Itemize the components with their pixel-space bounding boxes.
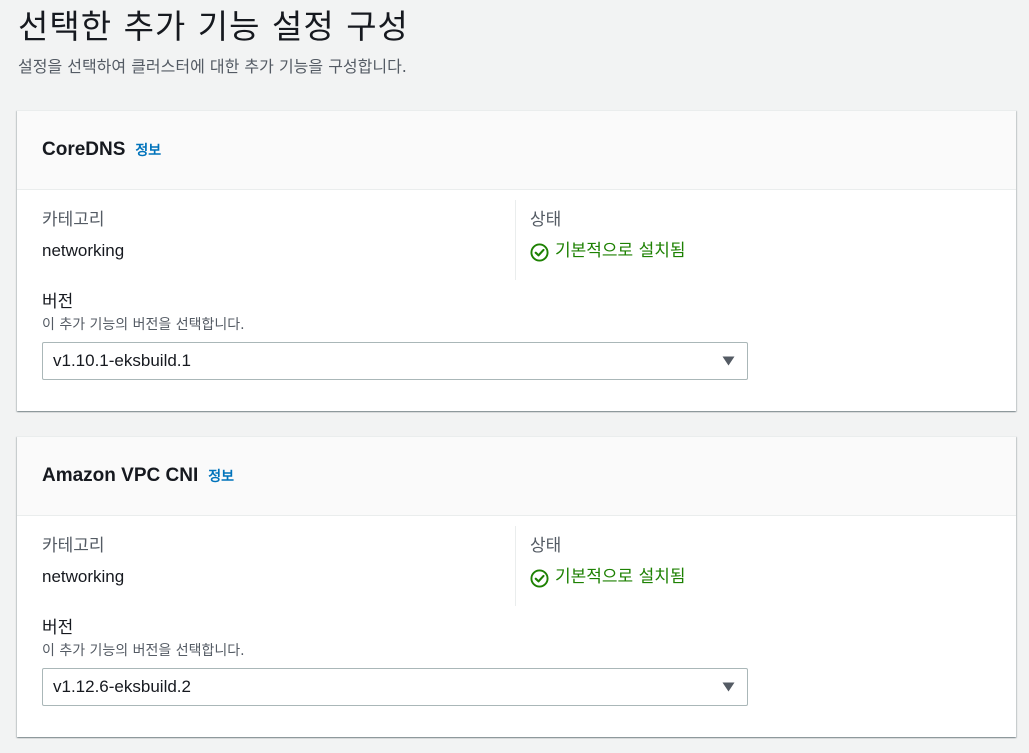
addon-card-header: Amazon VPC CNI 정보 <box>17 437 1016 516</box>
category-column: 카테고리 networking <box>42 208 492 263</box>
status-indicator: 기본적으로 설치됨 <box>530 239 686 263</box>
version-description: 이 추가 기능의 버전을 선택합니다. <box>42 317 245 333</box>
info-link[interactable]: 정보 <box>135 140 161 160</box>
category-label: 카테고리 <box>42 210 105 230</box>
addon-card-coredns: CoreDNS 정보 카테고리 networking 상태 기본적으로 설치됨 … <box>17 110 1016 411</box>
version-field: 버전 이 추가 기능의 버전을 선택합니다. v1.12.6-eksbuild.… <box>42 616 748 706</box>
info-link[interactable]: 정보 <box>208 466 234 486</box>
category-value: networking <box>42 241 125 260</box>
version-select-value: v1.10.1-eksbuild.1 <box>53 351 191 370</box>
addon-card-body: 카테고리 networking 상태 기본적으로 설치됨 버전 이 추가 기능의… <box>17 190 1016 410</box>
version-select[interactable]: v1.12.6-eksbuild.2 <box>42 668 748 706</box>
status-column: 상태 기본적으로 설치됨 <box>530 208 686 263</box>
category-label: 카테고리 <box>42 536 105 556</box>
addon-name: CoreDNS <box>42 139 126 160</box>
version-label: 버전 <box>42 292 74 312</box>
column-divider <box>515 200 516 280</box>
status-label: 상태 <box>530 210 562 230</box>
addon-card-header: CoreDNS 정보 <box>17 111 1016 190</box>
page-description: 설정을 선택하여 클러스터에 대한 추가 기능을 구성합니다. <box>18 57 407 76</box>
addon-name: Amazon VPC CNI <box>42 465 199 486</box>
check-circle-icon <box>530 242 549 262</box>
check-circle-icon <box>530 568 549 588</box>
page-header: 선택한 추가 기능 설정 구성 설정을 선택하여 클러스터에 대한 추가 기능을… <box>18 4 409 78</box>
version-description: 이 추가 기능의 버전을 선택합니다. <box>42 643 245 659</box>
category-value: networking <box>42 567 125 586</box>
category-column: 카테고리 networking <box>42 534 492 589</box>
addon-card-body: 카테고리 networking 상태 기본적으로 설치됨 버전 이 추가 기능의… <box>17 516 1016 736</box>
version-select[interactable]: v1.10.1-eksbuild.1 <box>42 342 748 380</box>
caret-down-icon <box>722 356 735 366</box>
status-column: 상태 기본적으로 설치됨 <box>530 534 686 589</box>
caret-down-icon <box>722 682 735 692</box>
column-divider <box>515 526 516 606</box>
status-value: 기본적으로 설치됨 <box>555 567 686 587</box>
version-label: 버전 <box>42 618 74 638</box>
page-title: 선택한 추가 기능 설정 구성 <box>18 7 409 46</box>
status-value: 기본적으로 설치됨 <box>555 241 686 261</box>
status-indicator: 기본적으로 설치됨 <box>530 565 686 589</box>
version-field: 버전 이 추가 기능의 버전을 선택합니다. v1.10.1-eksbuild.… <box>42 290 748 380</box>
version-select-value: v1.12.6-eksbuild.2 <box>53 677 191 696</box>
addon-card-vpc-cni: Amazon VPC CNI 정보 카테고리 networking 상태 기본적… <box>17 436 1016 737</box>
status-label: 상태 <box>530 536 562 556</box>
